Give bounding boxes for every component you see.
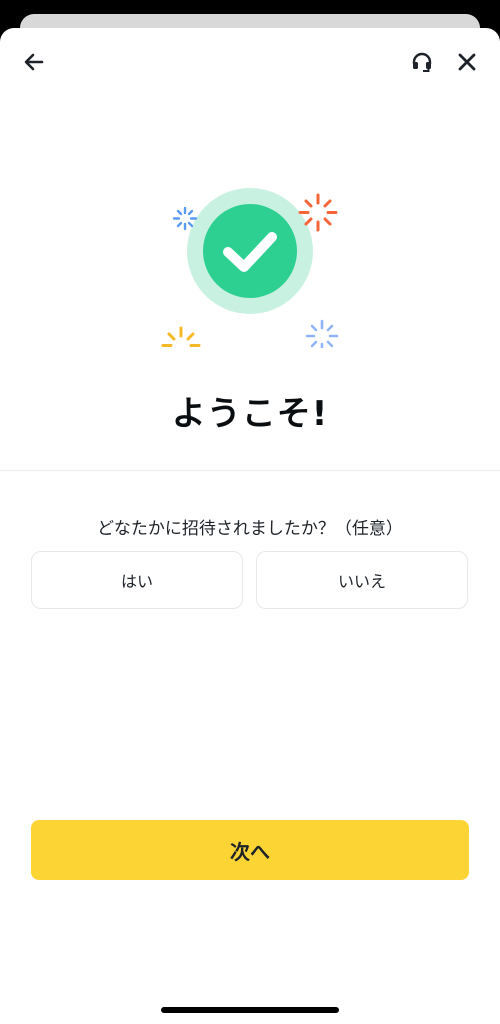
no-option-label: いいえ [337, 572, 386, 591]
headset-icon [410, 50, 434, 78]
divider [0, 470, 500, 471]
sparkle-icon [305, 319, 339, 353]
home-indicator [161, 1007, 339, 1013]
no-option-button[interactable]: いいえ [256, 551, 468, 609]
close-button[interactable] [453, 50, 481, 78]
success-illustration [150, 158, 350, 365]
next-button[interactable]: 次へ [31, 820, 469, 880]
yes-option-label: はい [120, 572, 153, 591]
sparkle-icon [161, 326, 201, 365]
sparkle-icon [172, 206, 198, 231]
welcome-sheet: ようこそ! どなたかに招待されましたか？（任意） はい いいえ 次へ [0, 28, 500, 1024]
success-circle [203, 204, 297, 298]
page-title: ようこそ! [171, 394, 329, 434]
sparkle-icon [298, 193, 338, 232]
support-button[interactable] [408, 50, 436, 78]
referral-question: どなたかに招待されましたか？（任意） [97, 519, 403, 539]
arrow-left-icon [23, 51, 45, 77]
yes-option-button[interactable]: はい [31, 551, 243, 609]
close-icon [457, 52, 477, 76]
back-button[interactable] [20, 50, 48, 78]
next-button-label: 次へ [230, 839, 270, 864]
